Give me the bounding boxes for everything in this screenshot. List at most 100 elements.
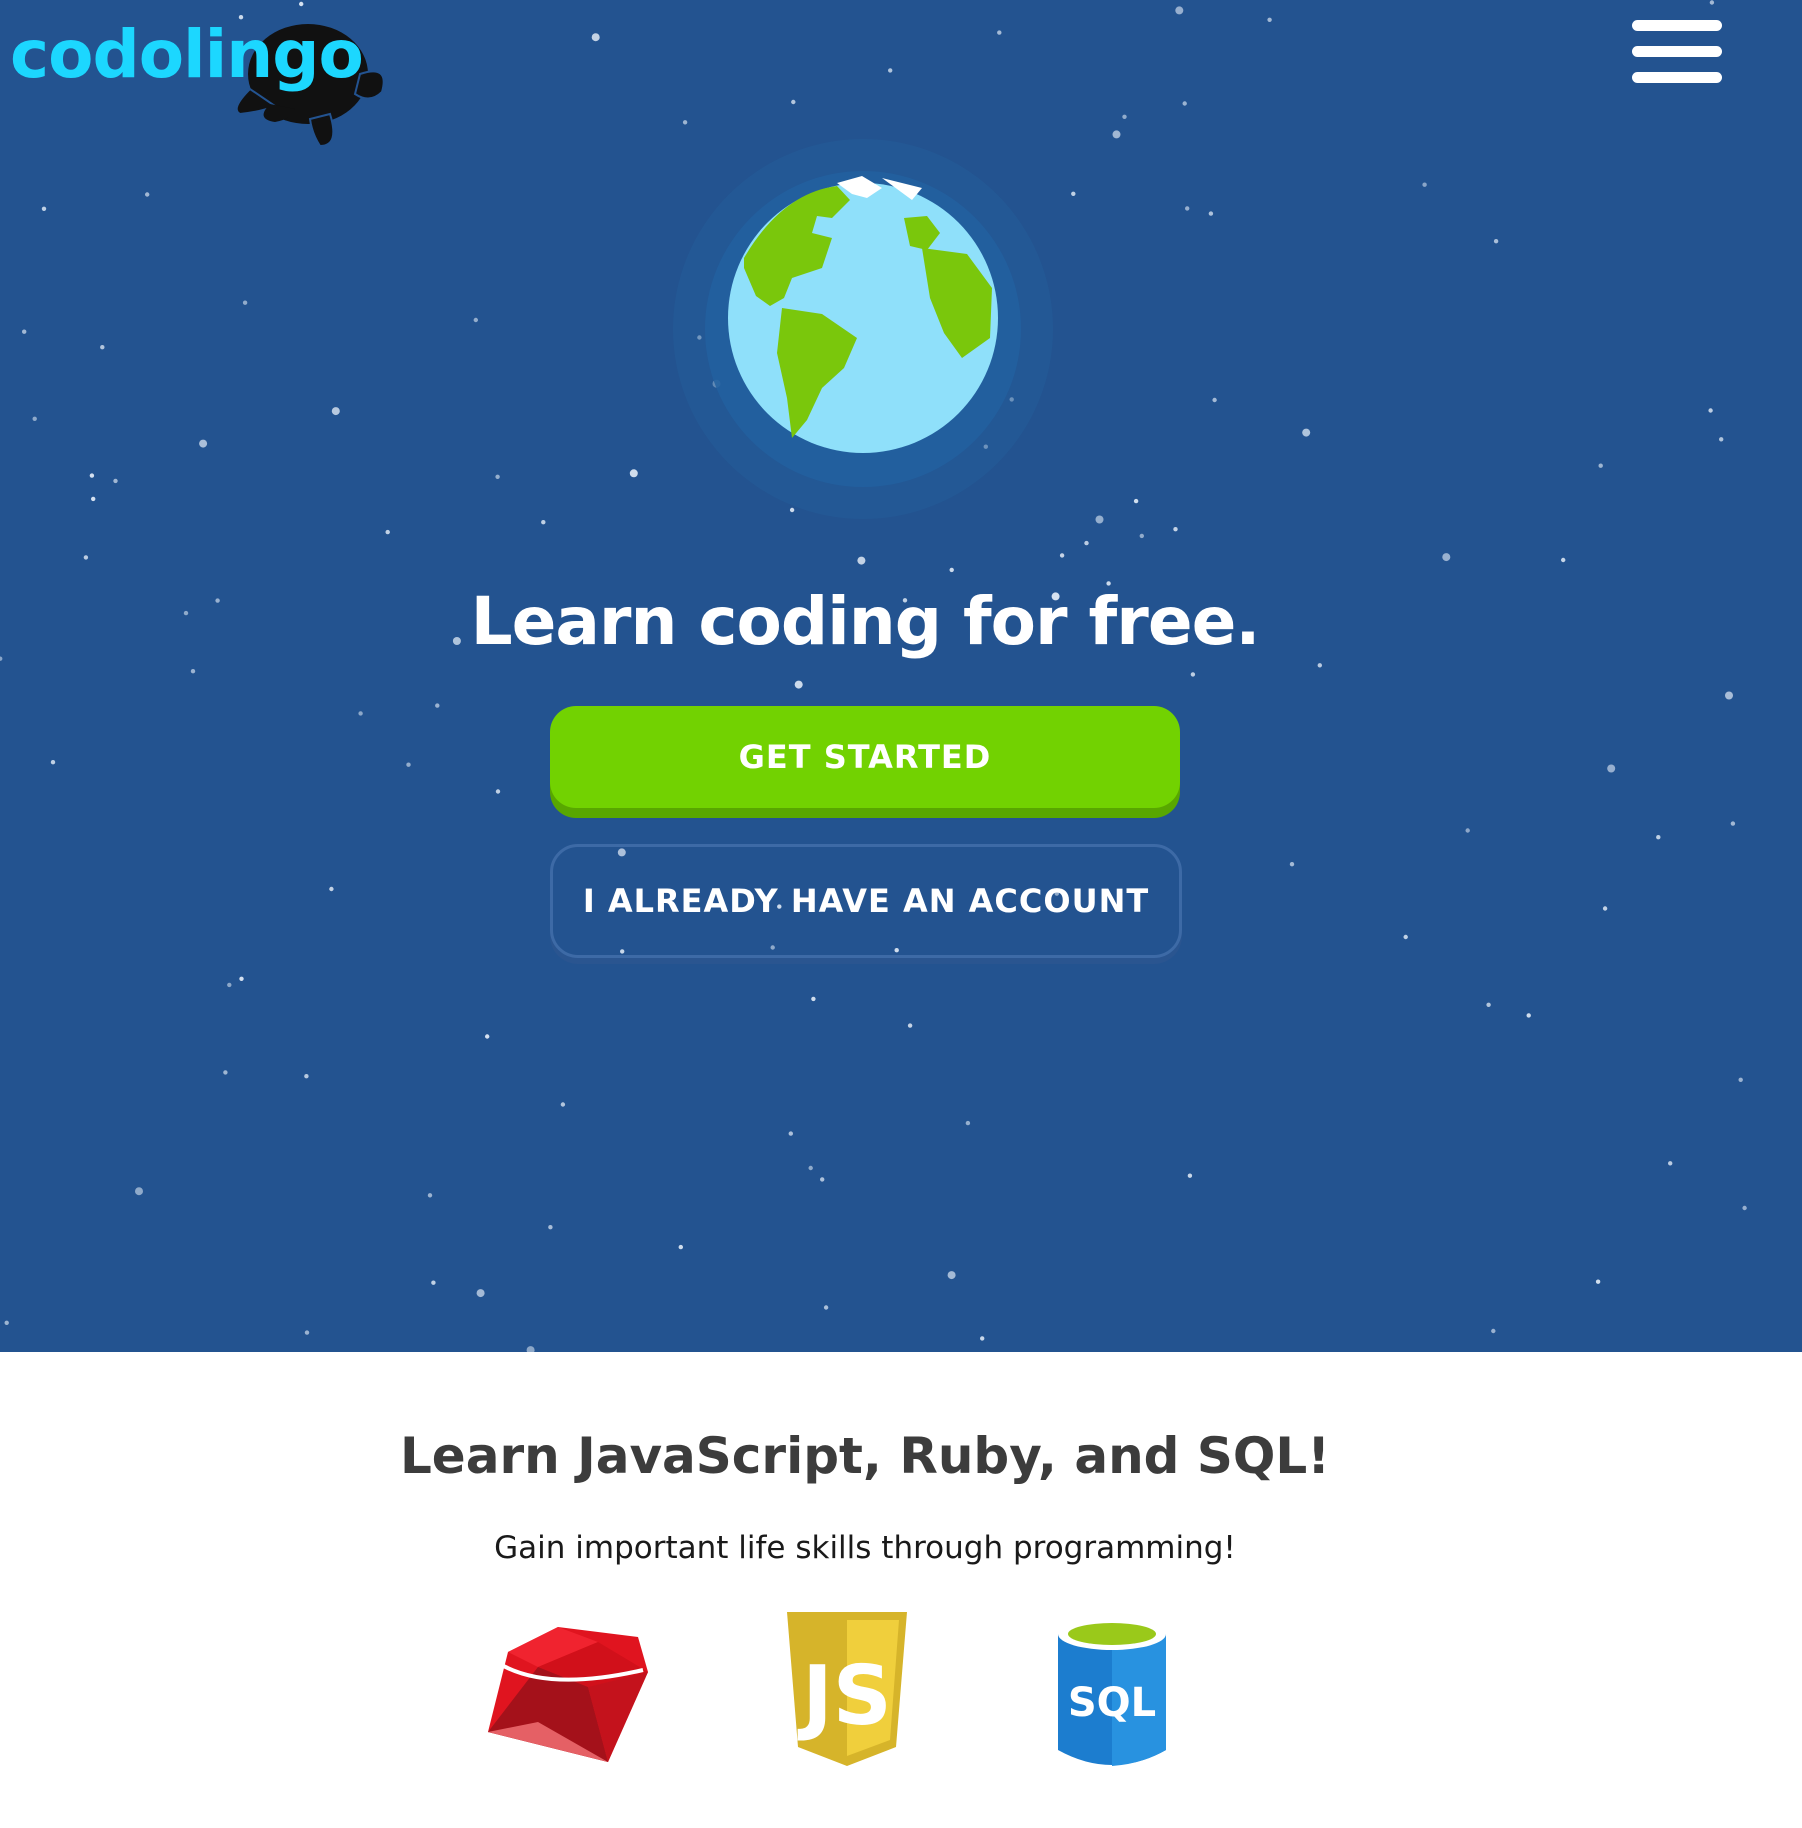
star — [949, 567, 954, 573]
star — [476, 1289, 485, 1298]
star — [1725, 691, 1733, 700]
star — [888, 68, 893, 73]
hero-title: Learn coding for free. — [470, 583, 1261, 660]
star — [629, 469, 638, 478]
star — [1719, 437, 1724, 442]
star — [1173, 527, 1178, 532]
sql-language-tile[interactable]: SQL — [1054, 1612, 1170, 1772]
star — [1491, 1328, 1496, 1334]
star — [1595, 1279, 1601, 1284]
star — [1561, 557, 1566, 563]
star — [997, 30, 1002, 35]
star — [304, 1074, 309, 1079]
sql-database-icon: SQL — [1058, 1618, 1166, 1766]
star — [1185, 206, 1190, 211]
star — [823, 1305, 829, 1310]
star — [1442, 553, 1451, 562]
star — [794, 680, 803, 689]
star — [1465, 828, 1470, 833]
star — [4, 1320, 9, 1326]
star — [495, 789, 501, 794]
star — [980, 1336, 985, 1341]
star — [227, 982, 232, 988]
star — [190, 669, 196, 674]
star — [1317, 663, 1323, 668]
star — [358, 711, 363, 716]
star — [91, 496, 96, 502]
star — [811, 996, 816, 1002]
star — [239, 976, 244, 981]
star — [145, 192, 150, 197]
star — [526, 1346, 535, 1352]
star — [100, 345, 105, 350]
star — [1422, 182, 1427, 187]
star — [857, 556, 866, 565]
star — [223, 1070, 228, 1075]
star — [135, 1187, 143, 1196]
sql-badge-text: SQL — [1068, 1680, 1156, 1726]
star — [560, 1102, 566, 1107]
star — [788, 1131, 793, 1136]
star — [1403, 934, 1408, 940]
hamburger-menu-icon — [1632, 20, 1722, 31]
star — [1493, 239, 1499, 244]
hero-section: codolingo Learn coding for free. GET STA… — [0, 0, 1802, 1352]
star — [50, 760, 56, 765]
star — [1095, 515, 1104, 524]
star — [1656, 835, 1661, 840]
brand-logo[interactable]: codolingo — [10, 10, 385, 148]
star — [1182, 101, 1187, 106]
star — [1267, 17, 1272, 22]
star — [485, 1034, 490, 1039]
star — [820, 1177, 825, 1182]
star — [89, 473, 95, 478]
hamburger-menu-line — [1632, 46, 1722, 57]
star — [1738, 1077, 1743, 1083]
star — [682, 120, 688, 125]
ruby-gem-icon — [488, 1627, 648, 1762]
star — [678, 1244, 683, 1250]
star — [1084, 540, 1089, 546]
star — [1059, 553, 1065, 558]
star — [1122, 114, 1127, 120]
star — [1607, 764, 1616, 773]
star — [791, 99, 796, 105]
star — [591, 33, 600, 42]
star — [385, 529, 390, 535]
star — [1526, 1013, 1531, 1018]
star — [1708, 408, 1713, 413]
star — [1212, 397, 1217, 403]
star — [41, 206, 47, 211]
star — [83, 555, 89, 560]
star — [548, 1225, 553, 1230]
features-subtitle: Gain important life skills through progr… — [494, 1530, 1236, 1566]
hamburger-menu-button[interactable] — [1628, 16, 1726, 86]
star — [22, 329, 27, 334]
star — [1742, 1205, 1747, 1211]
star — [32, 416, 37, 421]
star — [1486, 1002, 1491, 1007]
star — [1208, 211, 1214, 216]
login-button[interactable]: I ALREADY HAVE AN ACCOUNT — [550, 844, 1182, 958]
star — [1598, 463, 1603, 468]
star — [907, 1023, 913, 1028]
star — [1709, 0, 1715, 5]
star — [1133, 498, 1139, 504]
star — [541, 520, 546, 525]
star — [1302, 428, 1311, 437]
star — [947, 1271, 956, 1280]
ruby-language-tile[interactable] — [478, 1612, 658, 1772]
star — [495, 474, 500, 479]
star — [1112, 130, 1121, 139]
star — [1668, 1161, 1673, 1166]
javascript-language-tile[interactable]: JS — [782, 1612, 912, 1772]
star — [113, 478, 118, 484]
star — [427, 1193, 433, 1198]
star — [473, 317, 478, 323]
star — [1071, 191, 1076, 196]
star — [1139, 533, 1145, 539]
star — [242, 300, 248, 305]
star — [965, 1120, 971, 1126]
star — [299, 1, 304, 7]
get-started-button[interactable]: GET STARTED — [550, 706, 1180, 808]
